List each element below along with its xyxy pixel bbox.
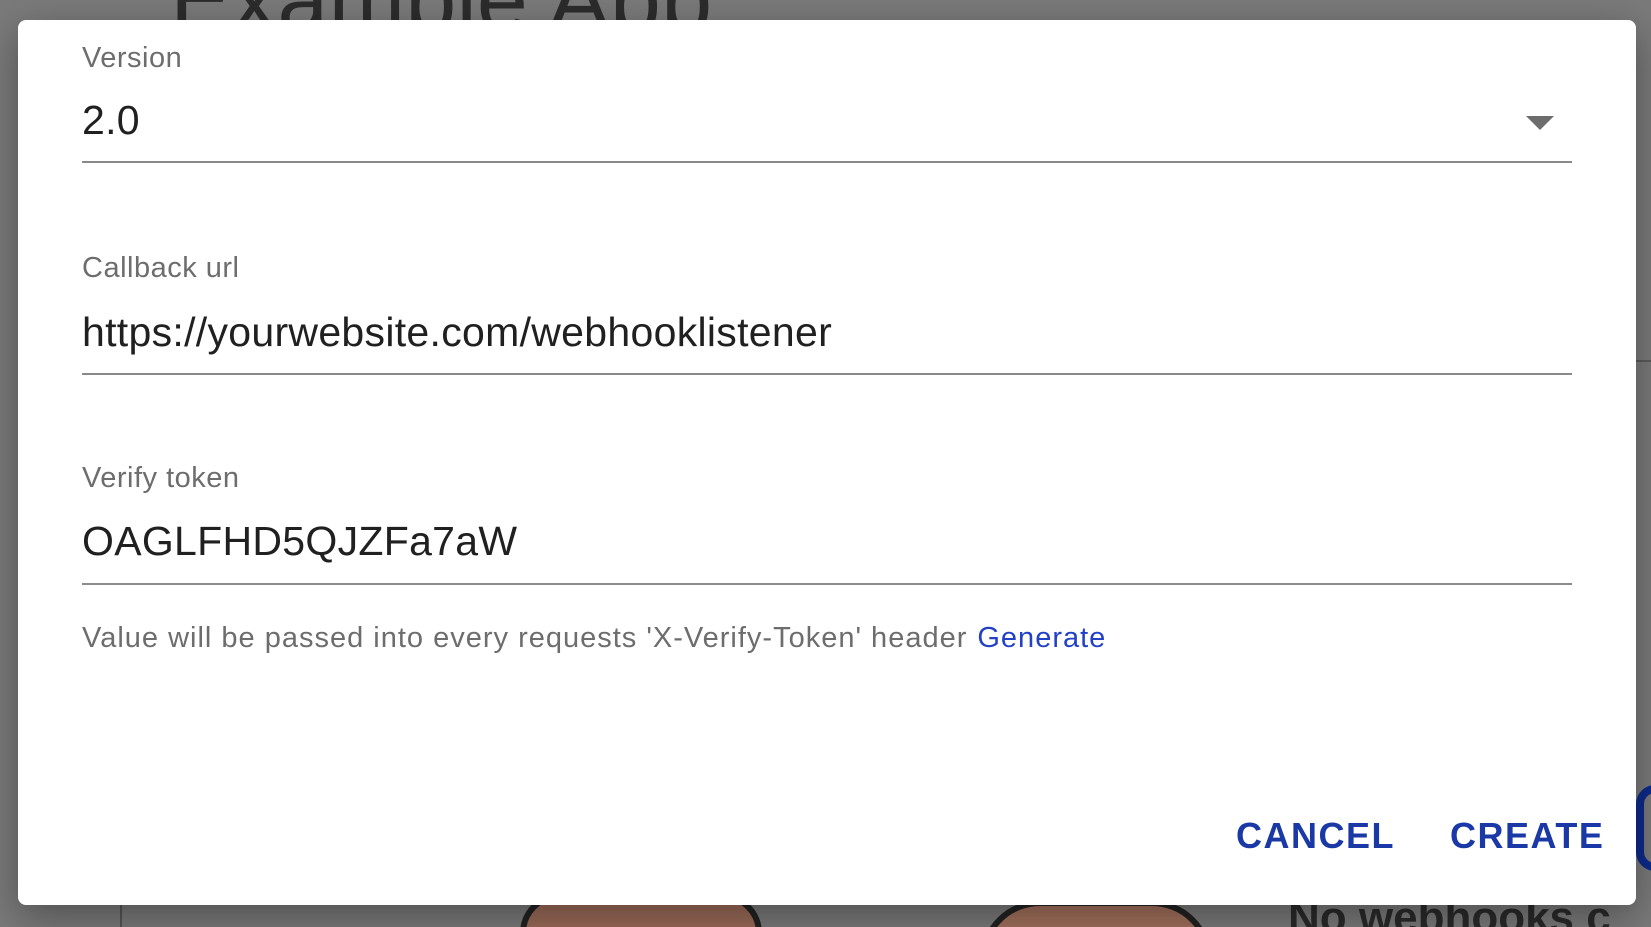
version-label: Version	[82, 42, 183, 74]
version-value[interactable]: 2.0	[82, 97, 140, 144]
verify-token-input[interactable]: OAGLFHD5QJZFa7aW	[82, 518, 517, 565]
verify-token-helper-text: Value will be passed into every requests…	[82, 622, 968, 654]
cancel-button[interactable]: CANCEL	[1236, 815, 1395, 857]
verify-token-underline	[82, 583, 1572, 585]
verify-token-helper: Value will be passed into every requests…	[82, 622, 1106, 655]
generate-link[interactable]: Generate	[977, 622, 1106, 654]
callback-url-input[interactable]: https://yourwebsite.com/webhooklistener	[82, 309, 832, 356]
callback-url-label: Callback url	[82, 252, 240, 284]
callback-url-underline	[82, 373, 1572, 375]
create-webhook-dialog: Version 2.0 Callback url https://yourweb…	[18, 20, 1636, 905]
create-button[interactable]: CREATE	[1450, 815, 1604, 857]
background-divider	[1636, 360, 1651, 362]
version-underline	[82, 161, 1572, 163]
background-button-edge	[1636, 785, 1651, 871]
verify-token-label: Verify token	[82, 462, 240, 494]
chevron-down-icon[interactable]	[1526, 116, 1554, 130]
